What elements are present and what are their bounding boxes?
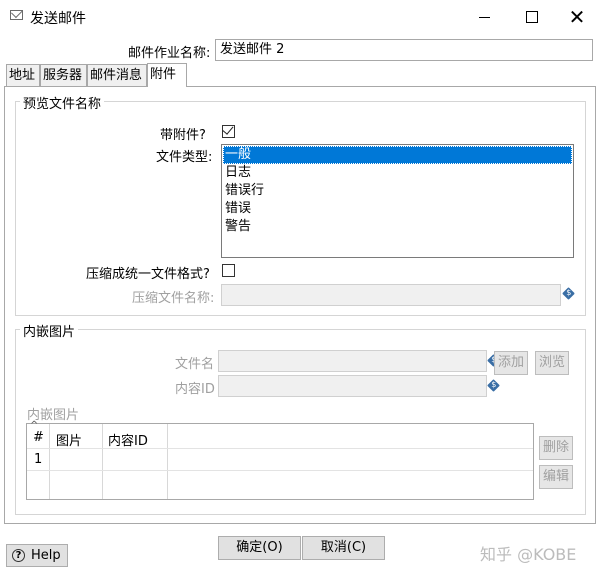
preview-group-title: 预览文件名称 [20, 93, 105, 112]
browse-button[interactable]: 浏览 [535, 351, 569, 375]
file-type-label: 文件类型: [156, 150, 213, 165]
close-button[interactable]: ✕ [554, 0, 600, 34]
job-name-label: 邮件作业名称: [128, 46, 211, 61]
minimize-button[interactable] [462, 0, 508, 34]
with-attachment-checkbox[interactable] [222, 123, 235, 138]
edit-button[interactable]: 编辑 [539, 465, 573, 489]
add-button[interactable]: 添加 [494, 351, 528, 375]
file-type-list[interactable]: 一般 日志 错误行 错误 警告 [221, 144, 574, 258]
help-label: Help [31, 548, 61, 563]
tab-message[interactable]: 邮件消息 [87, 64, 147, 86]
table-header-image[interactable]: 图片 [56, 430, 82, 449]
variable-diamond-icon[interactable] [562, 287, 575, 300]
title-bar: 发送邮件 ✕ [0, 0, 600, 34]
filename-label: 文件名 [175, 357, 215, 372]
filename-input[interactable] [218, 350, 487, 372]
table-row-divider [27, 470, 533, 471]
with-attachment-label: 带附件? [160, 128, 206, 143]
file-type-option-warning[interactable]: 警告 [223, 218, 572, 236]
tab-attachment[interactable]: 附件 [147, 63, 187, 87]
maximize-button[interactable] [508, 0, 554, 34]
cancel-button[interactable]: 取消(C) [302, 536, 385, 560]
job-name-input[interactable]: 发送邮件 2 [215, 39, 593, 61]
table-header-divider [27, 448, 533, 449]
ok-button[interactable]: 确定(O) [218, 536, 301, 560]
content-id-input[interactable] [218, 375, 487, 397]
check-mark-icon [222, 123, 234, 135]
window-title: 发送邮件 [30, 11, 86, 27]
file-type-option-error[interactable]: 错误 [223, 200, 572, 218]
mail-icon [10, 10, 23, 20]
content-id-label: 内容ID [175, 382, 215, 397]
embedded-images-table[interactable]: ^ # 图片 内容ID 1 [26, 420, 534, 500]
watermark: 知乎 @KOBE [480, 545, 577, 564]
file-type-option-log[interactable]: 日志 [223, 164, 572, 182]
zip-checkbox[interactable] [222, 264, 235, 277]
zip-name-label: 压缩文件名称: [132, 291, 215, 306]
file-type-option-error-line[interactable]: 错误行 [223, 182, 572, 200]
embedded-group-title: 内嵌图片 [20, 321, 79, 340]
variable-diamond-icon[interactable] [487, 379, 500, 392]
file-type-option-general[interactable]: 一般 [223, 146, 572, 164]
delete-button[interactable]: 删除 [539, 436, 573, 460]
table-header-content-id[interactable]: 内容ID [108, 430, 148, 449]
zip-name-input[interactable] [221, 284, 561, 306]
help-icon: ? [12, 549, 25, 562]
table-header-index[interactable]: # [33, 430, 44, 445]
help-button[interactable]: ? Help [6, 544, 68, 567]
tab-server[interactable]: 服务器 [40, 64, 87, 86]
zip-label: 压缩成统一文件格式? [86, 267, 210, 282]
table-row-index: 1 [34, 452, 43, 467]
tab-address[interactable]: 地址 [6, 64, 40, 86]
